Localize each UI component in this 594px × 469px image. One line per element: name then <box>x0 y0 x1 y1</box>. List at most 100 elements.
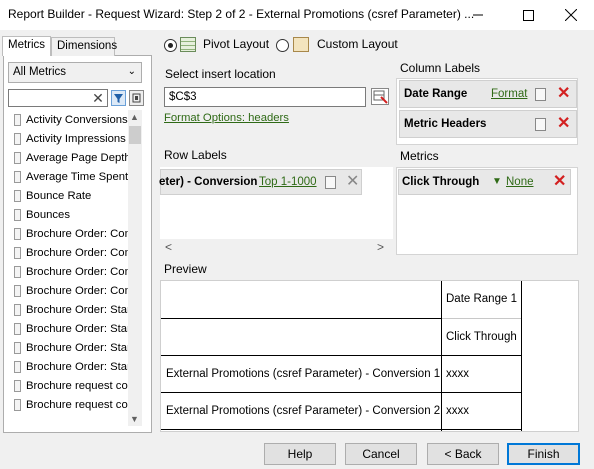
list-item-label: Brochure Order: Starte <box>26 322 128 335</box>
none-link[interactable]: None <box>506 176 534 188</box>
metrics-zone-title: Metrics <box>400 149 439 163</box>
list-item-label: Brochure request com <box>26 398 128 411</box>
pivot-layout-label[interactable]: Pivot Layout <box>203 37 269 51</box>
grid-line <box>521 281 522 431</box>
delete-icon[interactable]: ✕ <box>346 174 359 190</box>
list-item[interactable]: Brochure Order: Starte <box>11 319 128 338</box>
cell-picker-icon[interactable] <box>371 88 389 105</box>
custom-layout-icon <box>293 37 309 52</box>
list-item-label: Brochure Order: Comp <box>26 265 128 278</box>
preview-row-value: xxxx <box>446 368 469 380</box>
metric-doc-icon <box>14 284 21 297</box>
metric-doc-icon <box>14 341 21 354</box>
metric-doc-icon <box>14 151 21 164</box>
title-bar: Report Builder - Request Wizard: Step 2 … <box>0 0 594 30</box>
list-item[interactable]: Bounce Rate <box>11 186 128 205</box>
grid-line <box>441 318 521 319</box>
pivot-layout-radio[interactable] <box>164 39 177 52</box>
delete-icon[interactable]: ✕ <box>553 174 566 190</box>
top-range-link[interactable]: Top 1-1000 <box>259 176 317 188</box>
metric-doc-icon <box>14 265 21 278</box>
preview-title: Preview <box>164 262 207 276</box>
list-item-label: Brochure Order: Comp <box>26 227 128 240</box>
metric-doc-icon <box>14 303 21 316</box>
list-item[interactable]: Average Page Depth <box>11 148 128 167</box>
list-item[interactable]: Activity Conversions <box>11 110 128 129</box>
metric-doc-icon <box>14 322 21 335</box>
scroll-thumb[interactable] <box>129 126 141 144</box>
list-item[interactable]: Bounces <box>11 205 128 224</box>
list-item[interactable]: Brochure Order: Starte <box>11 300 128 319</box>
maximize-icon[interactable] <box>505 0 551 30</box>
list-item[interactable]: Activity Impressions <box>11 129 128 148</box>
grid-line <box>161 392 521 393</box>
close-icon[interactable] <box>548 0 594 30</box>
back-button[interactable]: < Back <box>427 443 499 465</box>
minimize-icon[interactable] <box>455 0 501 30</box>
metric-doc-icon <box>14 170 21 183</box>
list-item[interactable]: Brochure Order: Starte <box>11 338 128 357</box>
column-label-metric-headers[interactable]: Metric Headers ✕ <box>399 110 577 138</box>
list-item-label: Average Time Spent o <box>26 170 128 183</box>
grid-line <box>441 281 442 431</box>
calendar-icon[interactable] <box>325 176 336 189</box>
format-options-link[interactable]: Format Options: headers <box>164 112 289 124</box>
metric-doc-icon <box>14 360 21 373</box>
finish-button[interactable]: Finish <box>507 443 580 465</box>
column-label-date-range[interactable]: Date Range Format ✕ <box>399 80 577 108</box>
custom-layout-label[interactable]: Custom Layout <box>317 37 398 51</box>
list-item[interactable]: Brochure request com <box>11 395 128 414</box>
list-item[interactable]: Brochure Order: Comp <box>11 224 128 243</box>
delete-icon[interactable]: ✕ <box>557 116 570 132</box>
preview-row-label: External Promotions (csref Parameter) - … <box>166 405 441 417</box>
metric-list: Activity Conversions Activity Impressions… <box>11 110 128 426</box>
column-label-text: Date Range <box>404 88 468 100</box>
calendar-icon[interactable] <box>535 118 546 131</box>
cancel-button[interactable]: Cancel <box>345 443 417 465</box>
list-item[interactable]: Brochure Order: Starte <box>11 357 128 376</box>
scroll-left-icon[interactable]: < <box>165 240 172 254</box>
row-label-item[interactable]: eter) - Conversion Top 1-1000 ✕ <box>159 169 362 195</box>
metric-filter-select[interactable]: All Metrics ⌄ <box>8 62 142 83</box>
help-button[interactable]: Help <box>264 443 336 465</box>
list-item[interactable]: Brochure request com <box>11 376 128 395</box>
row-labels-scrollbar[interactable]: < > <box>160 239 393 255</box>
format-link[interactable]: Format <box>491 88 527 100</box>
refresh-icon[interactable] <box>129 90 144 106</box>
preview-header-metric: Click Through <box>446 331 517 343</box>
metric-doc-icon <box>14 189 21 202</box>
pivot-table-icon <box>180 37 196 52</box>
triangle-down-icon: ▼ <box>492 176 502 187</box>
calendar-icon[interactable] <box>535 88 546 101</box>
grid-line <box>161 355 521 356</box>
preview-row-value: xxxx <box>446 405 469 417</box>
filter-icon[interactable] <box>111 90 126 106</box>
list-item-label: Bounce Rate <box>26 189 92 202</box>
scroll-right-icon[interactable]: > <box>377 240 384 254</box>
custom-layout-radio[interactable] <box>276 39 289 52</box>
window-title: Report Builder - Request Wizard: Step 2 … <box>8 7 475 21</box>
list-item[interactable]: Brochure Order: Comp <box>11 281 128 300</box>
metric-filter-value: All Metrics <box>13 66 67 78</box>
list-item-label: Average Page Depth <box>26 151 128 164</box>
clear-search-icon[interactable]: ✕ <box>90 90 106 106</box>
metric-list-scrollbar[interactable]: ▲ ▼ <box>128 110 142 426</box>
insert-location-input[interactable]: $C$3 <box>164 87 366 107</box>
scroll-down-icon[interactable]: ▼ <box>130 414 139 424</box>
metric-item-click-through[interactable]: Click Through ▼ None ✕ <box>398 169 571 195</box>
list-item[interactable]: Brochure Order: Comp <box>11 243 128 262</box>
delete-icon[interactable]: ✕ <box>557 86 570 102</box>
list-item[interactable]: Average Time Spent o <box>11 167 128 186</box>
metric-doc-icon <box>14 132 21 145</box>
tab-metrics[interactable]: Metrics <box>2 36 51 56</box>
metric-doc-icon <box>14 227 21 240</box>
scroll-up-icon[interactable]: ▲ <box>130 112 139 122</box>
column-label-text: Metric Headers <box>404 118 487 130</box>
row-label-text: eter) - Conversion <box>159 176 258 188</box>
column-labels-title: Column Labels <box>396 61 578 78</box>
tab-dimensions[interactable]: Dimensions <box>51 37 117 56</box>
grid-line <box>161 429 521 430</box>
list-item-label: Brochure Order: Comp <box>26 246 128 259</box>
metric-item-text: Click Through <box>402 176 480 188</box>
list-item[interactable]: Brochure Order: Comp <box>11 262 128 281</box>
